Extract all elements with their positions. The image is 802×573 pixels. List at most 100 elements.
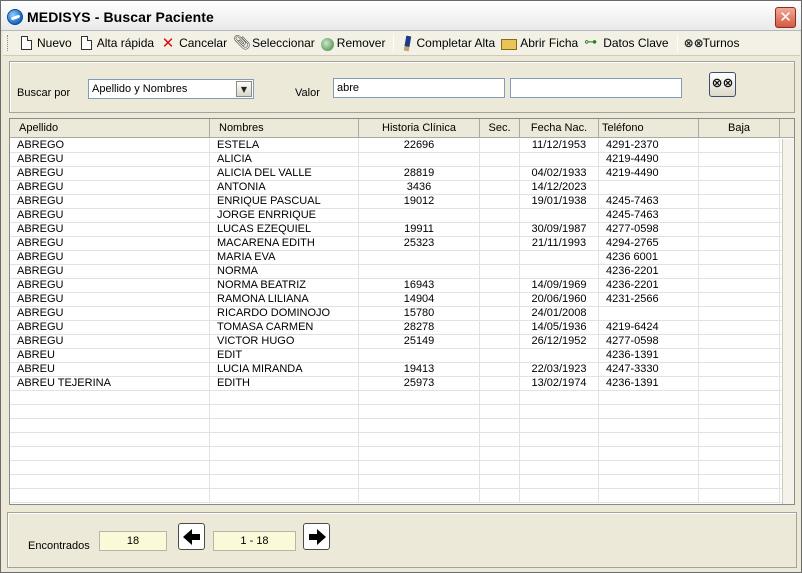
cell-fecha-nac: 14/05/1936: [520, 321, 599, 335]
alta-rapida-label: Alta rápida: [96, 36, 155, 50]
table-row[interactable]: ABREGU RICARDO DOMINOJO 15780 24/01/2008: [10, 307, 782, 321]
datos-clave-button[interactable]: ⊶ Datos Clave: [582, 32, 672, 54]
grid-header: Apellido Nombres Historia Clínica Sec. Fecha…: [10, 119, 794, 138]
chevron-down-icon[interactable]: ▼: [236, 81, 252, 97]
alta-rapida-button[interactable]: Alta rápida: [76, 32, 158, 54]
cell-baja: [699, 237, 780, 251]
vertical-scrollbar[interactable]: [782, 139, 794, 504]
cell-historia-clinica: 22696: [359, 139, 480, 153]
table-row[interactable]: ABREGU ALICIA DEL VALLE 28819 04/02/1933 421…: [10, 167, 782, 181]
cell-historia-clinica: 14904: [359, 293, 480, 307]
empty-table-row: [10, 475, 782, 489]
grid-body: ABREGO ESTELA 22696 11/12/1953 4291-2370 ABRE…: [10, 139, 782, 503]
remover-button[interactable]: Remover: [319, 32, 390, 54]
table-row[interactable]: ABREU LUCIA MIRANDA 19413 22/03/1923 4247-33…: [10, 363, 782, 377]
empty-cell: [480, 419, 520, 433]
table-row[interactable]: ABREGU LUCAS EZEQUIEL 19911 30/09/1987 4277-…: [10, 223, 782, 237]
valor-secondary-input[interactable]: [510, 78, 682, 98]
cell-nombres: ENRIQUE PASCUAL: [210, 195, 359, 209]
cell-historia-clinica: 28819: [359, 167, 480, 181]
empty-cell: [10, 391, 210, 405]
empty-cell: [699, 433, 780, 447]
empty-cell: [480, 433, 520, 447]
turnos-button[interactable]: ⊗⊗ Turnos: [682, 32, 744, 54]
cell-sec: [480, 223, 520, 237]
cell-apellido: ABREGU: [10, 153, 210, 167]
toolbar-grip[interactable]: [7, 35, 10, 51]
table-row[interactable]: ABREGU NORMA BEATRIZ 16943 14/09/1969 4236-2…: [10, 279, 782, 293]
table-row[interactable]: ABREGO ESTELA 22696 11/12/1953 4291-2370: [10, 139, 782, 153]
title-bar[interactable]: MEDISYS - Buscar Paciente ✕: [1, 1, 801, 31]
abrir-ficha-button[interactable]: Abrir Ficha: [499, 32, 582, 54]
cell-historia-clinica: 25973: [359, 377, 480, 391]
column-header-apellido[interactable]: Apellido: [10, 119, 210, 138]
nuevo-button[interactable]: Nuevo: [16, 32, 76, 54]
empty-cell: [359, 391, 480, 405]
table-row[interactable]: ABREGU VICTOR HUGO 25149 26/12/1952 4277-059…: [10, 335, 782, 349]
table-row[interactable]: ABREU EDIT 4236-1391: [10, 349, 782, 363]
empty-cell: [359, 475, 480, 489]
cell-apellido: ABREGU: [10, 251, 210, 265]
table-row[interactable]: ABREGU ENRIQUE PASCUAL 19012 19/01/1938 4245…: [10, 195, 782, 209]
cell-sec: [480, 293, 520, 307]
encontrados-label: Encontrados: [28, 540, 90, 552]
previous-page-button[interactable]: [178, 523, 205, 550]
cell-apellido: ABREGU: [10, 335, 210, 349]
cell-baja: [699, 349, 780, 363]
toolbar: Nuevo Alta rápida ✕ Cancelar 📎︎ Seleccio…: [3, 31, 800, 56]
cell-telefono: 4236-2201: [599, 279, 699, 293]
seleccionar-button[interactable]: 📎︎ Seleccionar: [231, 32, 319, 54]
cell-nombres: LUCIA MIRANDA: [210, 363, 359, 377]
cell-sec: [480, 307, 520, 321]
column-header-fecha-nac[interactable]: Fecha Nac.: [520, 119, 599, 138]
cancel-x-icon: ✕: [161, 34, 175, 52]
column-header-baja[interactable]: Baja: [699, 119, 780, 138]
table-row[interactable]: ABREGU ANTONIA 3436 14/12/2023: [10, 181, 782, 195]
cell-nombres: RAMONA LILIANA: [210, 293, 359, 307]
buscar-por-label: Buscar por: [17, 87, 71, 99]
cell-fecha-nac: 21/11/1993: [520, 237, 599, 251]
close-button[interactable]: ✕: [775, 7, 796, 28]
table-row[interactable]: ABREGU MARIA EVA 4236 6001: [10, 251, 782, 265]
completar-alta-button[interactable]: Completar Alta: [398, 32, 499, 54]
table-row[interactable]: ABREGU ALICIA 4219-4490: [10, 153, 782, 167]
cell-sec: [480, 335, 520, 349]
cell-nombres: VICTOR HUGO: [210, 335, 359, 349]
table-row[interactable]: ABREGU JORGE ENRRIQUE 4245-7463: [10, 209, 782, 223]
table-row[interactable]: ABREGU MACARENA EDITH 25323 21/11/1993 4294-…: [10, 237, 782, 251]
column-header-sec[interactable]: Sec.: [480, 119, 520, 138]
cell-historia-clinica: [359, 265, 480, 279]
empty-cell: [699, 447, 780, 461]
binoculars-icon: ⊗⊗: [711, 76, 734, 91]
column-header-nombres[interactable]: Nombres: [210, 119, 359, 138]
cell-historia-clinica: [359, 209, 480, 223]
empty-cell: [359, 405, 480, 419]
cell-nombres: EDIT: [210, 349, 359, 363]
cell-nombres: ANTONIA: [210, 181, 359, 195]
empty-cell: [520, 447, 599, 461]
table-row[interactable]: ABREU TEJERINA EDITH 25973 13/02/1974 4236-1…: [10, 377, 782, 391]
valor-input[interactable]: abre: [333, 78, 505, 98]
buscar-por-select[interactable]: Apellido y Nombres ▼: [88, 79, 254, 99]
arrow-left-icon: [183, 529, 200, 545]
table-row[interactable]: ABREGU NORMA 4236-2201: [10, 265, 782, 279]
cell-baja: [699, 293, 780, 307]
table-row[interactable]: ABREGU RAMONA LILIANA 14904 20/06/1960 4231-…: [10, 293, 782, 307]
empty-cell: [699, 391, 780, 405]
cancelar-button[interactable]: ✕ Cancelar: [158, 32, 231, 54]
empty-cell: [599, 419, 699, 433]
cell-telefono: 4245-7463: [599, 209, 699, 223]
empty-cell: [699, 405, 780, 419]
cell-nombres: ESTELA: [210, 139, 359, 153]
column-header-historia-clinica[interactable]: Historia Clínica: [359, 119, 480, 138]
cell-historia-clinica: 3436: [359, 181, 480, 195]
cell-fecha-nac: 13/02/1974: [520, 377, 599, 391]
cell-baja: [699, 209, 780, 223]
table-row[interactable]: ABREGU TOMASA CARMEN 28278 14/05/1936 4219-6…: [10, 321, 782, 335]
next-page-button[interactable]: [303, 523, 330, 550]
cell-fecha-nac: 14/09/1969: [520, 279, 599, 293]
search-button[interactable]: ⊗⊗: [709, 72, 736, 97]
column-header-telefono[interactable]: Teléfono: [599, 119, 699, 138]
buscar-por-selected-value: Apellido y Nombres: [92, 83, 188, 95]
seleccionar-label: Seleccionar: [252, 36, 315, 50]
